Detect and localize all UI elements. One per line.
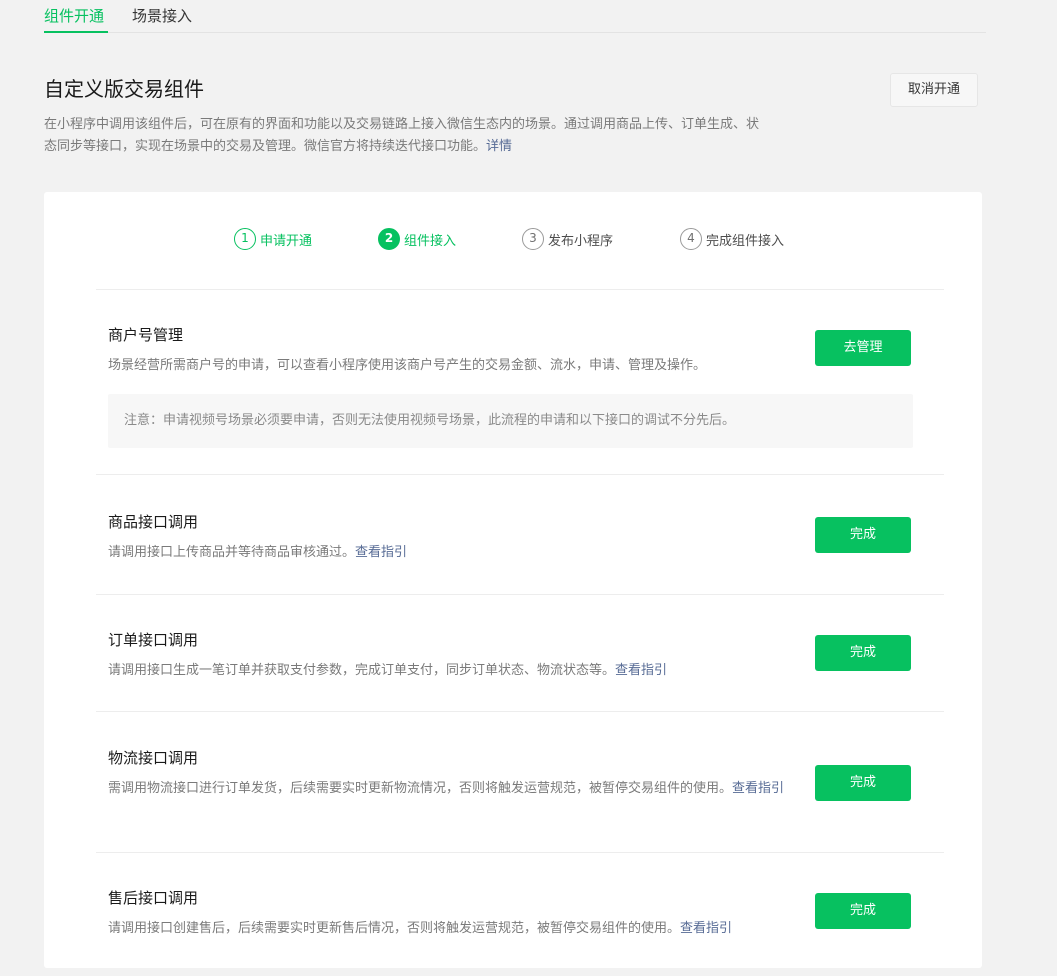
notice-box: 注意：申请视频号场景必须要申请，否则无法使用视频号场景，此流程的申请和以下接口的… <box>108 394 913 448</box>
cancel-activation-button[interactable]: 取消开通 <box>890 73 978 107</box>
step-label: 发布小程序 <box>548 233 614 249</box>
section-description: 请调用接口创建售后，后续需要实时更新售后情况，否则将触发运营规范，被暂停交易组件… <box>108 918 808 939</box>
section-description: 请调用接口上传商品并等待商品审核通过。查看指引 <box>108 542 808 563</box>
guide-link[interactable]: 查看指引 <box>355 545 407 560</box>
detail-link[interactable]: 详情 <box>486 139 512 154</box>
section-merchant: 商户号管理 场景经营所需商户号的申请，可以查看小程序使用该商户号产生的交易金额、… <box>108 325 916 376</box>
product-api-done-button[interactable]: 完成 <box>815 517 911 553</box>
guide-link[interactable]: 查看指引 <box>680 921 732 936</box>
step-integrate: 2 组件接入 <box>378 227 456 251</box>
section-title: 商品接口调用 <box>108 513 199 531</box>
section-aftersale-api: 售后接口调用 请调用接口创建售后，后续需要实时更新售后情况，否则将触发运营规范，… <box>108 888 916 939</box>
section-title: 物流接口调用 <box>108 749 199 767</box>
guide-link[interactable]: 查看指引 <box>732 781 784 796</box>
section-title: 订单接口调用 <box>108 631 199 649</box>
divider <box>96 594 944 595</box>
tab-component-activation[interactable]: 组件开通 <box>44 6 104 26</box>
section-title: 商户号管理 <box>108 326 184 344</box>
step-number: 4 <box>680 228 702 250</box>
section-description: 请调用接口生成一笔订单并获取支付参数，完成订单支付，同步订单状态、物流状态等。查… <box>108 660 808 681</box>
section-title: 售后接口调用 <box>108 889 199 907</box>
manage-merchant-button[interactable]: 去管理 <box>815 330 911 366</box>
step-label: 完成组件接入 <box>706 233 785 249</box>
tab-scene-access[interactable]: 场景接入 <box>132 6 192 26</box>
aftersale-api-done-button[interactable]: 完成 <box>815 893 911 929</box>
step-number: 2 <box>378 228 400 250</box>
step-number: 3 <box>522 228 544 250</box>
integration-card: 1 申请开通 2 组件接入 3 发布小程序 4 完成组件接入 商户号管理 场景经… <box>44 192 982 968</box>
divider <box>96 289 944 290</box>
logistics-api-done-button[interactable]: 完成 <box>815 765 911 801</box>
divider <box>96 852 944 853</box>
section-description-text: 请调用接口上传商品并等待商品审核通过。 <box>108 545 356 560</box>
section-description-text: 请调用接口生成一笔订单并获取支付参数，完成订单支付，同步订单状态、物流状态等。 <box>108 663 616 678</box>
section-product-api: 商品接口调用 请调用接口上传商品并等待商品审核通过。查看指引 <box>108 512 916 563</box>
progress-steps: 1 申请开通 2 组件接入 3 发布小程序 4 完成组件接入 <box>44 227 982 251</box>
section-description-text: 请调用接口创建售后，后续需要实时更新售后情况，否则将触发运营规范，被暂停交易组件… <box>108 921 681 936</box>
description-line-2: 态同步等接口，实现在场景中的交易及管理。微信官方将持续迭代接口功能。 <box>44 139 487 154</box>
step-label: 申请开通 <box>260 233 313 249</box>
section-order-api: 订单接口调用 请调用接口生成一笔订单并获取支付参数，完成订单支付，同步订单状态、… <box>108 630 916 681</box>
guide-link[interactable]: 查看指引 <box>615 663 667 678</box>
divider <box>96 474 944 475</box>
divider <box>96 711 944 712</box>
description-line-1: 在小程序中调用该组件后，可在原有的界面和功能以及交易链路上接入微信生态内的场景。… <box>44 117 760 132</box>
order-api-done-button[interactable]: 完成 <box>815 635 911 671</box>
section-description: 场景经营所需商户号的申请，可以查看小程序使用该商户号产生的交易金额、流水，申请、… <box>108 358 707 373</box>
page-title: 自定义版交易组件 <box>44 77 204 101</box>
section-logistics-api: 物流接口调用 需调用物流接口进行订单发货，后续需要实时更新物流情况，否则将触发运… <box>108 748 916 799</box>
top-tabs: 组件开通 场景接入 <box>44 0 986 33</box>
step-complete: 4 完成组件接入 <box>680 227 784 251</box>
active-tab-indicator <box>44 31 108 33</box>
section-description-text: 需调用物流接口进行订单发货，后续需要实时更新物流情况，否则将触发运营规范，被暂停… <box>108 781 733 796</box>
section-description: 需调用物流接口进行订单发货，后续需要实时更新物流情况，否则将触发运营规范，被暂停… <box>108 778 808 799</box>
step-label: 组件接入 <box>404 233 457 249</box>
page-description: 在小程序中调用该组件后，可在原有的界面和功能以及交易链路上接入微信生态内的场景。… <box>44 114 834 158</box>
step-number: 1 <box>234 228 256 250</box>
step-publish: 3 发布小程序 <box>522 227 613 251</box>
step-apply: 1 申请开通 <box>234 227 312 251</box>
